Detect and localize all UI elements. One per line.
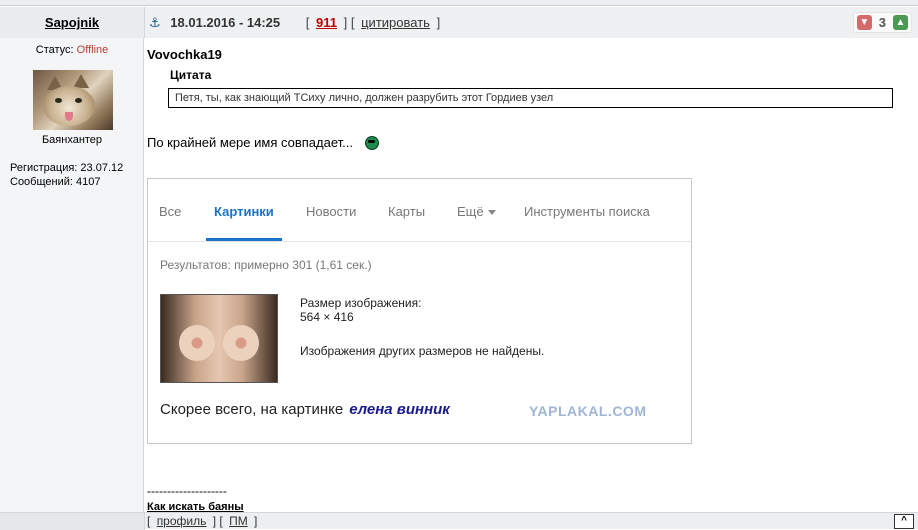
message-count: Сообщений: 4107 bbox=[10, 176, 101, 188]
best-guess-name: елена винник bbox=[349, 401, 450, 418]
tab-maps: Карты bbox=[388, 204, 426, 219]
best-guess-prefix: Скорее всего, на картинке bbox=[160, 401, 344, 418]
status-label: Статус: bbox=[35, 44, 74, 56]
post-rating: ▼ 3 ▲ bbox=[852, 12, 912, 33]
post-text-body: По крайней мере имя совпадает... bbox=[147, 135, 353, 150]
anchor-icon[interactable]: ⚓ bbox=[149, 15, 161, 30]
post-header: Sapojnik ⚓ 18.01.2016 - 14:25 [ 911 ] [ … bbox=[0, 7, 918, 38]
tab-all: Все bbox=[159, 204, 182, 219]
quote-button[interactable]: цитировать bbox=[361, 15, 430, 30]
quote-title: Цитата bbox=[170, 68, 212, 82]
tab-images: Картинки bbox=[214, 204, 274, 219]
profile-link[interactable]: профиль bbox=[157, 514, 207, 528]
author-cell: Sapojnik bbox=[0, 7, 145, 38]
tab-search-tools: Инструменты поиска bbox=[524, 204, 650, 219]
image-size-label: Размер изображения: bbox=[300, 296, 422, 310]
forum-post: Статус: Offline Баянхантер Регистрация: … bbox=[0, 7, 918, 530]
status-value: Offline bbox=[76, 44, 109, 56]
footer-links: [ профиль ] [ ПМ ] bbox=[147, 514, 257, 528]
tab-news: Новости bbox=[306, 204, 357, 219]
quote-author: Vovochka19 bbox=[147, 47, 222, 62]
avatar[interactable] bbox=[33, 70, 113, 130]
post-text: По крайней мере имя совпадает... bbox=[147, 135, 379, 150]
avatar-cat-eye bbox=[55, 98, 62, 103]
no-other-sizes: Изображения других размеров не найдены. bbox=[300, 344, 545, 358]
author-name-link[interactable]: Sapojnik bbox=[45, 15, 99, 30]
smiley-icon bbox=[364, 135, 379, 150]
bracket: ] bbox=[254, 514, 258, 528]
bracket: ] [ bbox=[343, 15, 355, 30]
author-panel: Статус: Offline Баянхантер Регистрация: … bbox=[0, 7, 144, 512]
search-tabs: Все Картинки Новости Карты Ещё Инструмен… bbox=[148, 179, 691, 242]
user-rank: Баянхантер bbox=[41, 134, 103, 146]
scroll-to-top-button[interactable]: ^ bbox=[894, 514, 914, 529]
avatar-cat-eye bbox=[75, 98, 82, 103]
rating-count: 3 bbox=[878, 15, 886, 30]
post-content: Vovochka19 Цитата Петя, ты, как знающий … bbox=[147, 39, 918, 513]
bracket: ] [ bbox=[212, 514, 223, 528]
post-footer: [ профиль ] [ ПМ ] ^ bbox=[0, 512, 918, 530]
tab-more: Ещё bbox=[457, 204, 496, 219]
bracket: ] bbox=[436, 15, 441, 30]
quote-box: Петя, ты, как знающий ТСиху лично, долже… bbox=[168, 88, 893, 108]
best-guess: Скорее всего, на картинке елена винник bbox=[160, 401, 450, 418]
top-divider bbox=[0, 0, 918, 6]
post-number-link[interactable]: 911 bbox=[316, 15, 337, 30]
footer-left-cell bbox=[0, 513, 145, 530]
image-thumbnail bbox=[160, 294, 278, 383]
embedded-search-screenshot: Все Картинки Новости Карты Ещё Инструмен… bbox=[147, 178, 692, 444]
results-count: Результатов: примерно 301 (1,61 сек.) bbox=[160, 258, 372, 272]
user-stats: Регистрация: 23.07.12 Сообщений: 4107 bbox=[10, 161, 123, 189]
user-status: Статус: Offline bbox=[0, 44, 144, 56]
pm-link[interactable]: ПМ bbox=[229, 514, 248, 528]
watermark: YAPLAKAL.COM bbox=[529, 403, 647, 419]
post-date: 18.01.2016 - 14:25 bbox=[170, 15, 281, 30]
avatar-cat-tongue bbox=[65, 112, 73, 121]
tab-more-label: Ещё bbox=[457, 204, 484, 219]
thumb-up-icon[interactable]: ▲ bbox=[893, 15, 908, 30]
active-tab-indicator bbox=[206, 238, 282, 241]
chevron-down-icon bbox=[487, 210, 496, 216]
registration-date: Регистрация: 23.07.12 bbox=[10, 162, 124, 174]
post-meta: ⚓ 18.01.2016 - 14:25 [ 911 ] [ цитироват… bbox=[145, 7, 918, 38]
signature-divider: -------------------- bbox=[147, 484, 227, 498]
bracket: [ bbox=[305, 15, 310, 30]
bracket: [ bbox=[147, 514, 151, 528]
image-size-value: 564 × 416 bbox=[300, 310, 354, 324]
thumb-down-icon[interactable]: ▼ bbox=[856, 15, 872, 30]
